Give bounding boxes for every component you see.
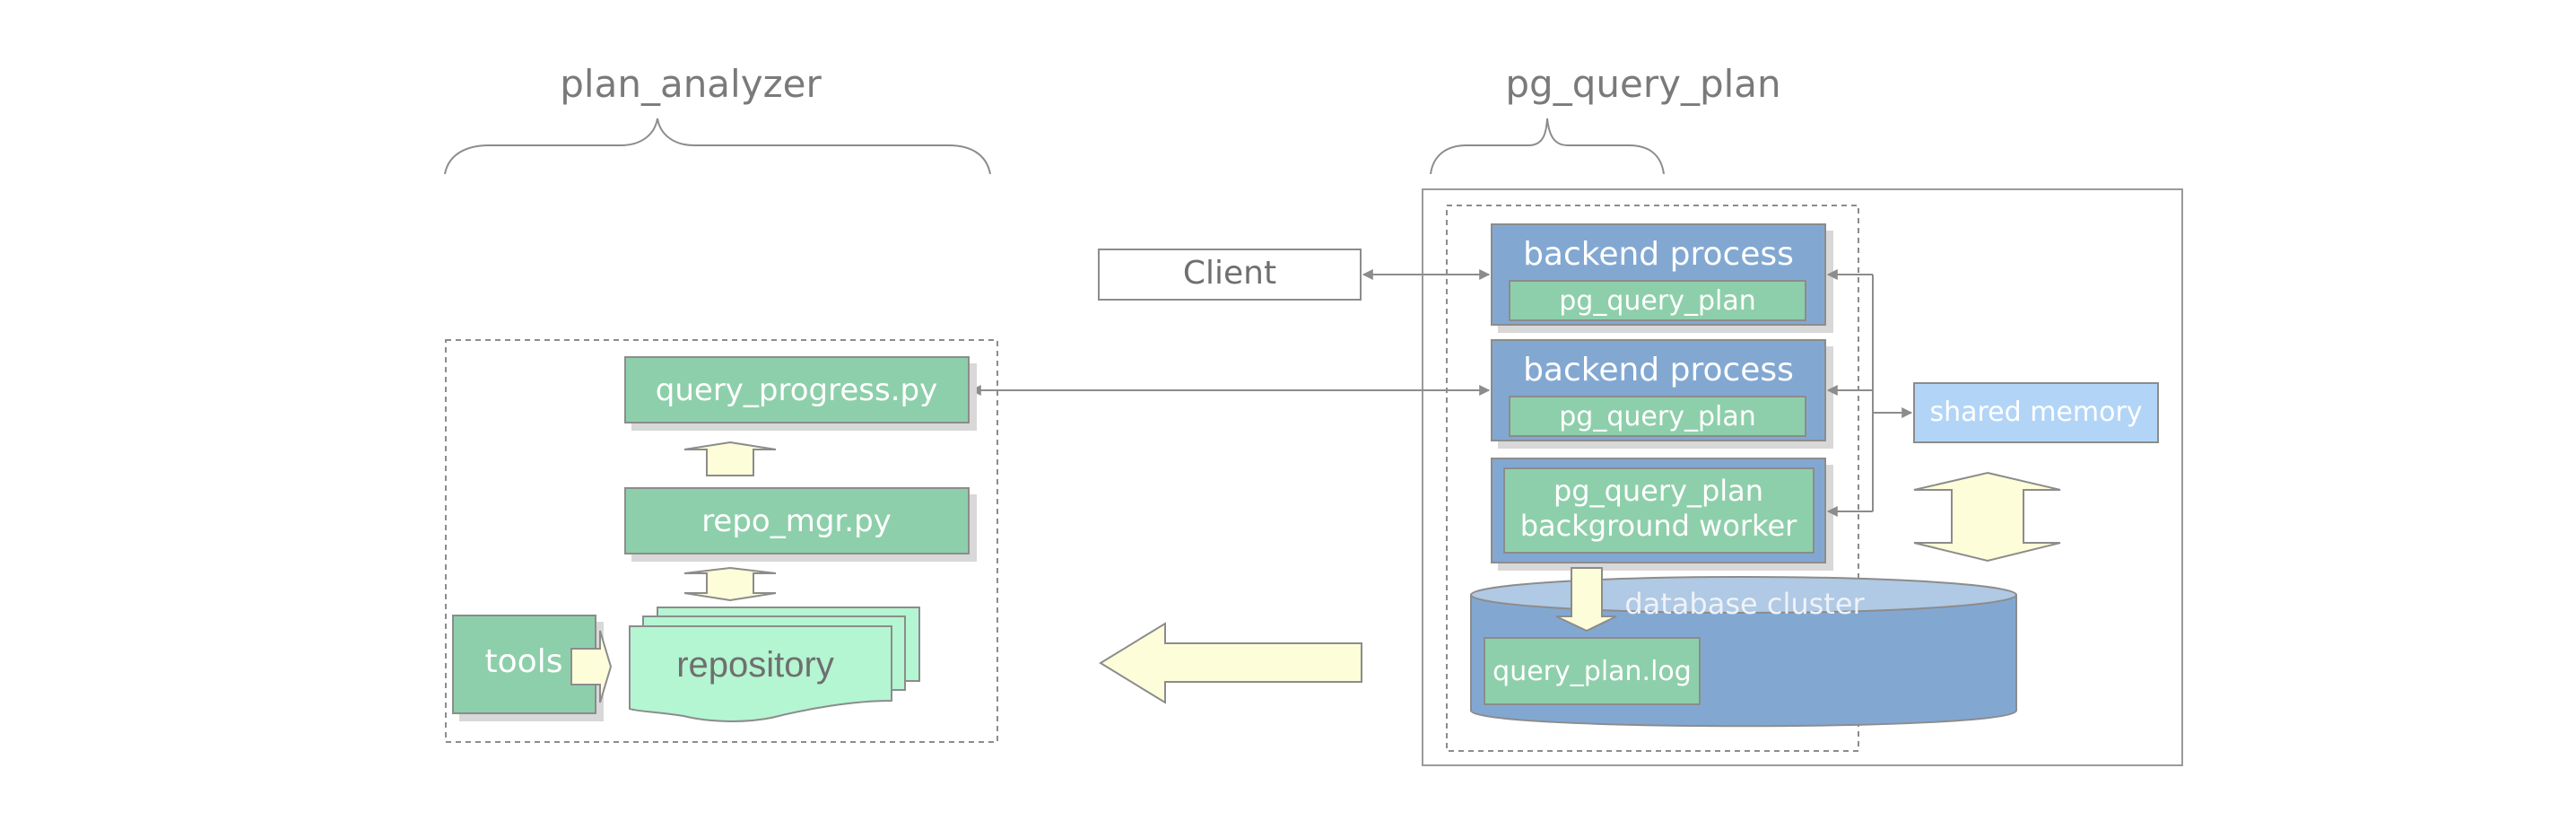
plan-analyzer-brace <box>444 118 991 175</box>
query-progress-label: query_progress.py <box>656 372 937 408</box>
pg-query-plan-brace <box>1430 118 1665 175</box>
query-plan-log-label: query_plan.log <box>1493 656 1692 687</box>
shared-memory-label: shared memory <box>1929 397 2142 428</box>
pg-query-plan-header: pg_query_plan <box>1430 62 1781 175</box>
repository-label: repository <box>676 645 834 685</box>
plan-analyzer-title: plan_analyzer <box>560 62 822 106</box>
database-cluster-label: database cluster <box>1624 587 1865 621</box>
repository-stack[interactable]: repository <box>629 607 920 722</box>
query-plan-log-file[interactable]: query_plan.log <box>1484 637 1701 705</box>
repo-mgr-label: repo_mgr.py <box>701 503 892 539</box>
backend-process-1-label: backend process <box>1523 236 1794 273</box>
shared-memory-box[interactable]: shared memory <box>1913 382 2159 443</box>
query-progress-box[interactable]: query_progress.py <box>624 356 970 423</box>
pg-query-plan-module-2-label: pg_query_plan <box>1559 401 1755 432</box>
shared-memory-db-double-arrow <box>1913 471 2061 563</box>
repository-repo-mgr-double-arrow <box>683 566 777 602</box>
pg-query-plan-title: pg_query_plan <box>1505 62 1780 106</box>
background-worker-label-line1: pg_query_plan <box>1553 474 1763 508</box>
background-worker-label-line2: background worker <box>1520 509 1797 543</box>
tools-label: tools <box>485 643 563 680</box>
backend-process-2-label: backend process <box>1523 352 1794 388</box>
backend-process-1[interactable]: backend process pg_query_plan <box>1491 223 1826 326</box>
client-label: Client <box>1183 255 1276 292</box>
plan-analyzer-header: plan_analyzer <box>444 62 991 175</box>
client-box[interactable]: Client <box>1098 249 1362 301</box>
pg-query-plan-module-1-label: pg_query_plan <box>1559 285 1755 317</box>
architecture-diagram: plan_analyzer pg_query_plan Client backe… <box>444 62 2183 766</box>
backend-process-2[interactable]: backend process pg_query_plan <box>1491 339 1826 441</box>
repo-mgr-to-query-progress-arrow <box>683 441 777 476</box>
log-to-analyzer-arrow <box>1099 622 1362 704</box>
shared-memory-connectors <box>1826 269 1913 517</box>
background-worker[interactable]: pg_query_plan background worker <box>1491 458 1826 563</box>
repo-mgr-box[interactable]: repo_mgr.py <box>624 487 970 554</box>
